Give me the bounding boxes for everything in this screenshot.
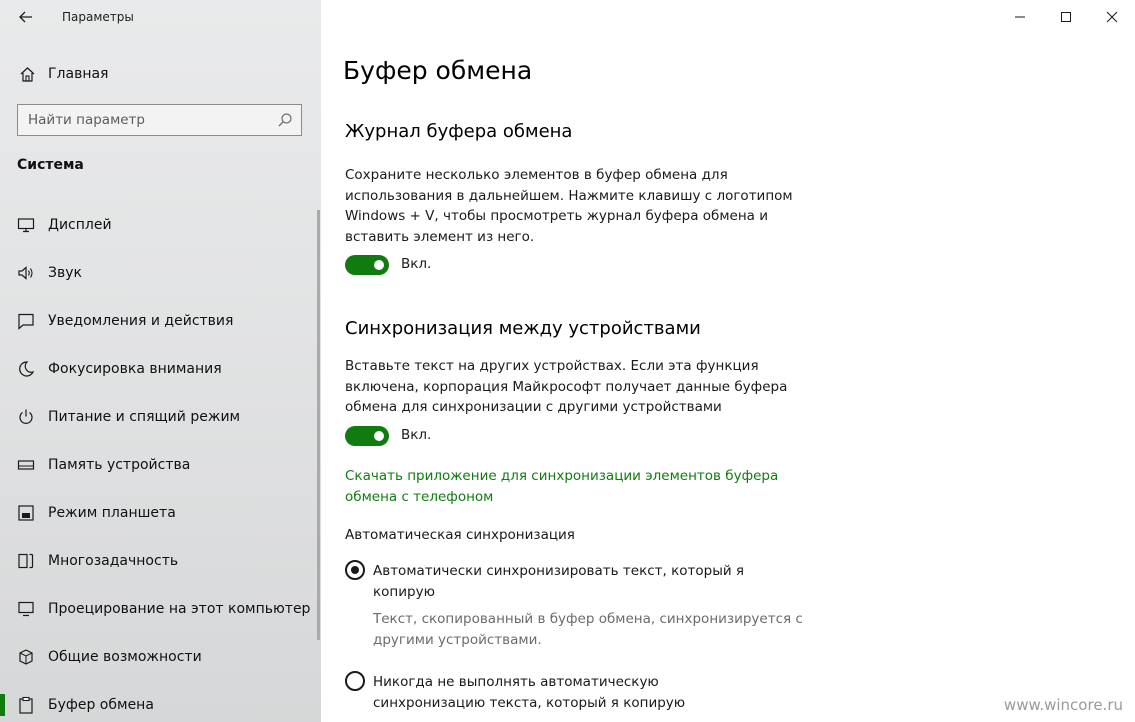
multitasking-icon [16,551,36,571]
moon-icon [16,359,36,379]
sidebar-item-label: Общие возможности [48,649,202,665]
maximize-icon [1061,12,1071,22]
storage-icon [16,455,36,475]
close-button[interactable] [1089,0,1135,34]
sync-toggle[interactable] [345,426,389,446]
sidebar-item-label: Режим планшета [48,505,176,521]
speaker-icon [16,263,36,283]
auto-sync-label: Автоматическая синхронизация [345,527,575,543]
search-input[interactable] [18,105,270,135]
home-icon [18,65,36,83]
sidebar-item-label: Дисплей [48,217,112,233]
sidebar-item-focus-assist[interactable]: Фокусировка внимания [0,349,321,389]
sidebar-item-label: Питание и спящий режим [48,409,241,425]
sidebar-section-title: Система [17,157,84,173]
shared-experiences-icon [16,647,36,667]
sidebar-item-power[interactable]: Питание и спящий режим [0,397,321,437]
sidebar-item-notifications[interactable]: Уведомления и действия [0,301,321,341]
minimize-icon [1015,16,1025,18]
sidebar-item-clipboard[interactable]: Буфер обмена [0,685,321,722]
sidebar-item-shared-experiences[interactable]: Общие возможности [0,637,321,677]
maximize-button[interactable] [1043,0,1089,34]
radio-auto-sync-description: Текст, скопированный в буфер обмена, син… [373,611,803,648]
main-content: Буфер обмена Журнал буфера обмена Сохран… [321,0,1135,722]
sidebar-scrollbar[interactable] [317,210,320,640]
sidebar-item-multitasking[interactable]: Многозадачность [0,541,321,581]
back-button[interactable] [12,4,40,30]
app-title: Параметры [62,10,134,24]
sidebar-item-tablet-mode[interactable]: Режим планшета [0,493,321,533]
monitor-icon [16,215,36,235]
tablet-icon [16,503,36,523]
sidebar-item-storage[interactable]: Память устройства [0,445,321,485]
search-box[interactable] [17,104,302,136]
sidebar-item-label: Проецирование на этот компьютер [48,601,311,617]
notification-icon [16,311,36,331]
home-label: Главная [48,66,109,82]
sidebar-item-label: Фокусировка внимания [48,361,222,377]
clipboard-icon [16,695,36,715]
power-icon [16,407,36,427]
toggle-knob [374,431,384,441]
sidebar-item-label: Уведомления и действия [48,313,234,329]
sidebar-item-label: Звук [48,265,82,281]
radio-never-sync-label[interactable]: Никогда не выполнять автоматическую синх… [373,672,773,713]
history-heading: Журнал буфера обмена [345,121,573,142]
radio-selected-dot [351,566,359,574]
page-title: Буфер обмена [343,56,533,85]
sync-heading: Синхронизация между устройствами [345,318,701,339]
back-arrow-icon [19,11,32,23]
toggle-knob [374,260,384,270]
close-icon [1106,11,1118,23]
history-toggle[interactable] [345,255,389,275]
radio-never-sync[interactable] [345,671,365,691]
history-toggle-label: Вкл. [401,256,432,272]
watermark: www.wincore.ru [1003,696,1123,714]
sidebar-item-sound[interactable]: Звук [0,253,321,293]
sync-description: Вставьте текст на других устройствах. Ес… [345,358,788,415]
sidebar: Параметры Главная Система Дисплей Зву [0,0,321,722]
projection-icon [16,599,36,619]
minimize-button[interactable] [997,0,1043,34]
download-phone-app-link[interactable]: Скачать приложение для синхронизации эле… [345,466,785,507]
sidebar-item-label: Память устройства [48,457,191,473]
sync-toggle-label: Вкл. [401,427,432,443]
sidebar-item-projecting[interactable]: Проецирование на этот компьютер [0,589,321,629]
sidebar-item-label: Многозадачность [48,553,179,569]
sidebar-item-home[interactable]: Главная [0,56,321,92]
radio-auto-sync-label[interactable]: Автоматически синхронизировать текст, ко… [373,561,773,602]
sidebar-item-display[interactable]: Дисплей [0,205,321,245]
sidebar-item-label: Буфер обмена [48,697,154,713]
history-description: Сохраните несколько элементов в буфер об… [345,167,793,245]
radio-auto-sync[interactable] [345,560,365,580]
search-icon[interactable] [277,112,293,128]
